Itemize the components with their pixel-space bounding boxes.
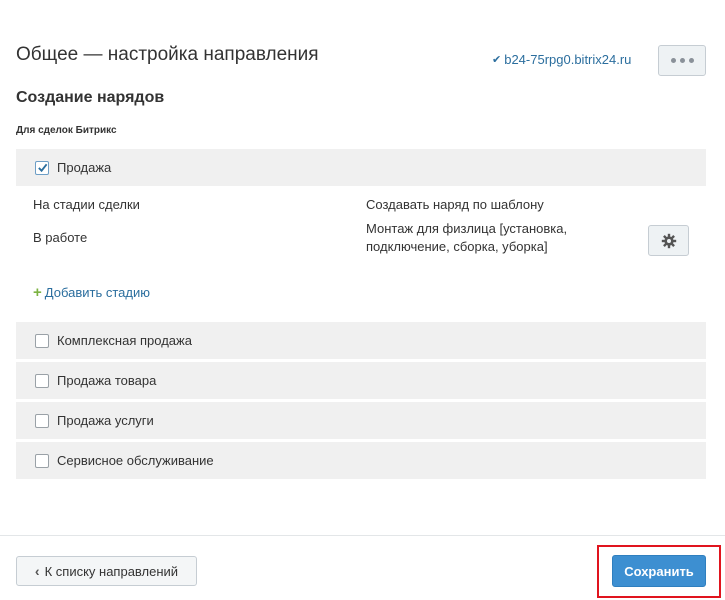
gear-icon (661, 233, 676, 248)
direction-label: Продажа товара (57, 373, 157, 388)
direction-row-product-sale[interactable]: Продажа товара (16, 362, 706, 399)
check-icon: ✔ (492, 54, 502, 66)
page-title: Общее — настройка направления (16, 44, 319, 65)
direction-label: Продажа услуги (57, 413, 154, 428)
direction-checkbox[interactable] (35, 373, 49, 388)
template-cell: Монтаж для физлица [установка, подключен… (366, 220, 567, 256)
direction-row-service-sale[interactable]: Продажа услуги (16, 402, 706, 439)
save-button[interactable]: Сохранить (612, 555, 706, 587)
direction-checkbox[interactable] (35, 453, 49, 468)
template-line: подключение, сборка, уборка] (366, 239, 548, 254)
back-button-label: К списку направлений (44, 563, 179, 579)
group-title: Для сделок Битрикс (16, 125, 117, 136)
add-stage-label: Добавить стадию (44, 285, 150, 300)
direction-checkbox[interactable] (35, 160, 49, 175)
portal-link[interactable]: ✔ b24-75rpg0.bitrix24.ru (492, 52, 631, 67)
template-column-header: Создавать наряд по шаблону (366, 197, 544, 212)
direction-label: Продажа (57, 160, 112, 175)
template-line: Монтаж для физлица [установка, (366, 221, 568, 236)
plus-icon: + (33, 284, 42, 301)
back-to-list-button[interactable]: ‹ К списку направлений (16, 556, 197, 586)
direction-label: Комплексная продажа (57, 333, 192, 348)
direction-checkbox[interactable] (35, 413, 49, 428)
ellipsis-icon-dot (688, 58, 694, 63)
ellipsis-icon (670, 58, 676, 63)
chevron-left-icon: ‹ (34, 563, 40, 579)
footer-divider (0, 535, 725, 536)
section-title: Создание нарядов (16, 89, 165, 106)
stage-column-header: На стадии сделки (33, 197, 140, 212)
stage-cell: В работе (33, 230, 88, 245)
direction-label: Сервисное обслуживание (57, 453, 214, 468)
direction-checkbox[interactable] (35, 333, 49, 348)
direction-row-maintenance[interactable]: Сервисное обслуживание (16, 442, 706, 479)
ellipsis-icon-dot (679, 58, 685, 63)
more-button[interactable] (658, 45, 706, 76)
direction-row-sale[interactable]: Продажа (16, 149, 706, 186)
checkmark-icon (37, 163, 47, 173)
direction-row-complex-sale[interactable]: Комплексная продажа (16, 322, 706, 359)
stage-settings-button[interactable] (648, 225, 689, 256)
portal-link-label: b24-75rpg0.bitrix24.ru (504, 52, 632, 67)
add-stage-link[interactable]: + Добавить стадию (33, 284, 150, 301)
